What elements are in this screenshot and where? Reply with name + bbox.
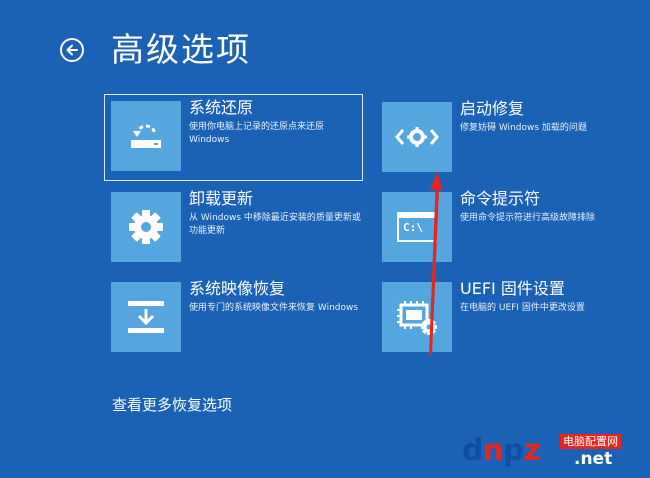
gear-icon xyxy=(129,210,163,244)
option-description: 使用专门的系统映像文件来恢复 Windows xyxy=(189,303,359,313)
option-title: UEFI 固件设置 xyxy=(460,279,565,298)
option-title: 卸载更新 xyxy=(189,189,254,208)
system-image-icon xyxy=(128,301,164,333)
watermark-logo: dnpz 电脑配置网 .net xyxy=(462,432,648,472)
option-system-restore[interactable]: 系统还原 使用你电脑上记录的还原点来还原 Windows xyxy=(104,94,363,181)
option-title: 系统映像恢复 xyxy=(189,279,286,298)
watermark-site-name: 电脑配置网 xyxy=(560,434,621,449)
option-description: 使用命令提示符进行高级故障排除 xyxy=(460,213,596,223)
option-description: 修复妨碍 Windows 加载的问题 xyxy=(460,123,587,133)
startup-repair-icon xyxy=(395,127,439,147)
option-tile xyxy=(382,102,452,172)
option-command-prompt[interactable]: C:\ 命令提示符 使用命令提示符进行高级故障排除 xyxy=(376,186,632,268)
option-uninstall-updates[interactable]: 卸载更新 从 Windows 中移除最近安装的质量更新或功能更新 xyxy=(105,186,361,268)
option-uefi-firmware-settings[interactable]: UEFI 固件设置 在电脑的 UEFI 固件中更改设置 xyxy=(376,276,632,358)
page-title: 高级选项 xyxy=(111,30,251,69)
option-tile xyxy=(111,101,181,171)
option-description: 使用你电脑上记录的还原点来还原 Windows xyxy=(189,122,325,145)
option-title: 系统还原 xyxy=(189,98,254,117)
option-tile xyxy=(111,282,181,352)
watermark-domain: .net xyxy=(574,449,613,469)
option-system-image-recovery[interactable]: 系统映像恢复 使用专门的系统映像文件来恢复 Windows xyxy=(105,276,361,358)
arrow-left-icon xyxy=(66,44,78,56)
watermark-logo-text: dnpz xyxy=(462,433,541,468)
back-button[interactable] xyxy=(60,38,84,62)
option-description: 从 Windows 中移除最近安装的质量更新或功能更新 xyxy=(189,213,361,236)
option-title: 启动修复 xyxy=(460,99,525,118)
option-tile xyxy=(111,192,181,262)
more-recovery-options-link[interactable]: 查看更多恢复选项 xyxy=(112,394,232,416)
option-startup-repair[interactable]: 启动修复 修复妨碍 Windows 加载的问题 xyxy=(376,96,632,178)
option-description: 在电脑的 UEFI 固件中更改设置 xyxy=(460,303,585,313)
option-title: 命令提示符 xyxy=(460,189,541,208)
annotation-arrow xyxy=(429,172,443,355)
restore-icon xyxy=(131,124,161,148)
